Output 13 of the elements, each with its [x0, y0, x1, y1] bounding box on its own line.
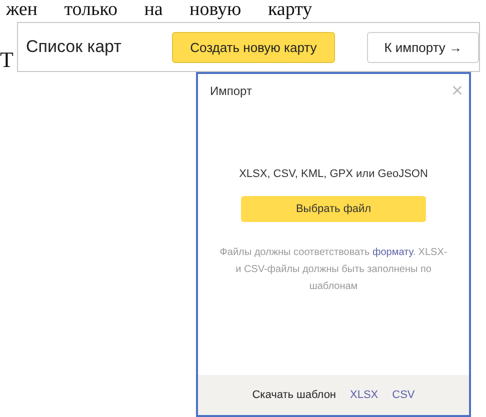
format-note: Файлы должны соответствовать формату. XLSX- и CSV-файлы должны быть заполнены по шаблонам: [218, 246, 448, 294]
dialog-title: Импорт: [210, 84, 252, 98]
import-button[interactable]: К импорту →: [367, 32, 479, 62]
format-link[interactable]: формату: [372, 247, 413, 258]
toolbar-title: Список карт: [26, 37, 122, 57]
create-map-button[interactable]: Создать новую карту: [172, 32, 336, 62]
download-template-label: Скачать шаблон: [252, 389, 336, 401]
document-text: жен только на новую карту: [5, 0, 314, 20]
choose-file-button[interactable]: Выбрать файл: [241, 196, 426, 222]
formats-text: XLSX, CSV, KML, GPX или GeoJSON: [239, 168, 428, 180]
document-text: Т: [0, 48, 14, 72]
template-link[interactable]: XLSX: [350, 389, 378, 401]
template-link[interactable]: CSV: [392, 389, 415, 401]
